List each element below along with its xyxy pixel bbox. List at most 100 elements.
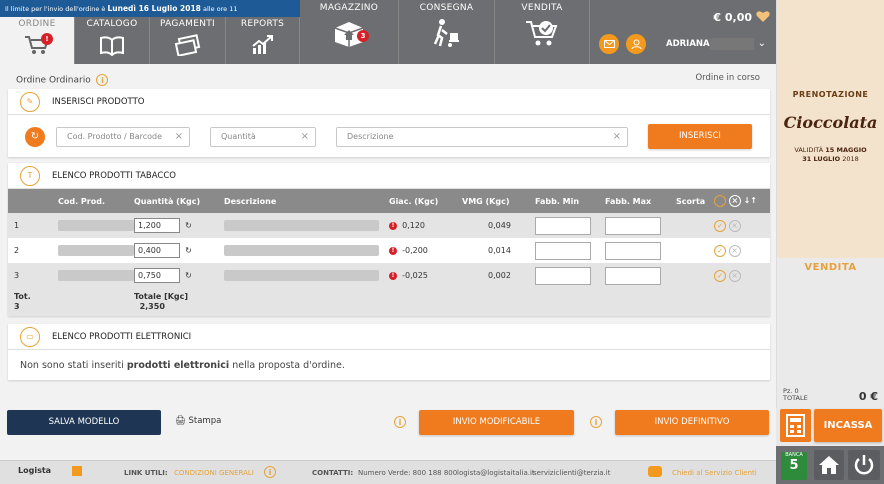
redacted-code xyxy=(58,245,134,256)
remove-all-icon[interactable]: × xyxy=(728,195,741,207)
promo-banner[interactable]: PRENOTAZIONE Cioccolata VALIDITÀ 15 MAGG… xyxy=(776,0,884,258)
page-title-row: Ordine Ordinario i xyxy=(16,74,109,86)
bank-button[interactable]: BANCA 5 xyxy=(781,452,807,480)
sales-sidebar: VENDITA Pz. 0 TOTALE 0 € xyxy=(776,258,884,408)
send-editable-button[interactable]: INVIO MODIFICABILE xyxy=(419,410,574,435)
mail-icon xyxy=(603,40,615,48)
tobacco-panel-header: T ELENCO PRODOTTI TABACCO xyxy=(8,163,770,189)
table-row: 2 0,400 ↻ ! -0,200 0,014 ✓ × xyxy=(8,238,770,263)
confirm-icon[interactable]: ✓ xyxy=(714,219,726,232)
col-actions: ✓ × ↓↑ xyxy=(714,189,770,213)
tab-label: VENDITA xyxy=(521,3,563,13)
panel-title: ELENCO PRODOTTI ELETTRONICI xyxy=(52,331,192,342)
user-area: € 0,00 ADRIANA ⌄ xyxy=(594,0,776,64)
tab-label: ORDINE xyxy=(18,19,56,29)
calculator-button[interactable] xyxy=(780,409,811,442)
chat-link[interactable]: Chiedi al Servizio Clienti xyxy=(672,469,757,477)
email-link[interactable]: serviziclienti@terzia.it xyxy=(533,469,610,477)
qty-input[interactable]: 0,400 xyxy=(134,243,180,258)
table-row: 1 1,200 ↻ ! 0,120 0,049 ✓ × xyxy=(8,213,770,238)
send-final-button[interactable]: INVIO DEFINITIVO xyxy=(615,410,769,435)
incassa-button[interactable]: INCASSA xyxy=(814,409,882,442)
message-text: nella proposta d'ordine. xyxy=(232,360,345,371)
logo-mark xyxy=(72,466,82,476)
info-icon[interactable]: i xyxy=(590,416,602,428)
chat-icon[interactable] xyxy=(648,466,662,477)
clear-icon[interactable]: × xyxy=(301,128,309,146)
contacts-label: CONTATTI: xyxy=(312,469,354,477)
clear-icon[interactable]: × xyxy=(175,128,183,146)
quantity-field[interactable]: Quantità × xyxy=(210,127,316,147)
sort-icon[interactable]: ↓↑ xyxy=(744,196,757,205)
warning-icon: ! xyxy=(389,246,397,255)
row-number: 3 xyxy=(8,263,58,288)
remove-icon[interactable]: × xyxy=(728,269,741,282)
total-row: Tot. 3 Totale [Kgc] 2,350 xyxy=(8,288,770,316)
col-desc: Descrizione xyxy=(224,189,389,213)
conditions-link[interactable]: CONDIZIONI GENERALI xyxy=(174,469,254,477)
print-label: Stampa xyxy=(188,416,222,426)
heart-icon[interactable] xyxy=(756,10,770,23)
promo-to: 31 LUGLIO xyxy=(802,155,841,163)
refresh-icon[interactable]: ↻ xyxy=(185,246,192,255)
credit-card-icon xyxy=(174,34,200,56)
tab-ordine[interactable]: ORDINE ! xyxy=(0,17,75,64)
cart-check-icon xyxy=(526,21,558,46)
home-button[interactable] xyxy=(814,450,844,480)
info-icon[interactable]: i xyxy=(394,416,406,428)
fabb-min-input[interactable] xyxy=(535,241,591,260)
tab-label: PAGAMENTI xyxy=(159,19,216,29)
info-icon[interactable]: i xyxy=(96,74,109,86)
tab-consegna[interactable]: CONSEGNA xyxy=(399,0,495,64)
col-giac: Giac. (Kgc) xyxy=(389,189,462,213)
message-bold: prodotti elettronici xyxy=(126,360,230,371)
col-qty: Quantità (Kgc) xyxy=(134,189,224,213)
col-vmg: VMG (Kgc) xyxy=(462,189,535,213)
fabb-max-input[interactable] xyxy=(605,266,661,285)
tobacco-table: Cod. Prod. Quantità (Kgc) Descrizione Gi… xyxy=(8,189,770,316)
power-button[interactable] xyxy=(848,450,880,480)
order-status: Ordine in corso xyxy=(695,73,760,83)
save-model-button[interactable]: SALVA MODELLO xyxy=(7,410,161,435)
bank-number: 5 xyxy=(789,458,799,473)
tab-catalogo[interactable]: CATALOGO xyxy=(75,17,150,64)
mail-button[interactable] xyxy=(599,34,619,54)
print-button[interactable]: 🖨 Stampa xyxy=(175,416,221,426)
reset-icon[interactable]: ↻ xyxy=(25,127,45,147)
username[interactable]: ADRIANA xyxy=(666,39,710,49)
confirm-icon[interactable]: ✓ xyxy=(714,244,726,257)
product-code-field[interactable]: Cod. Prodotto / Barcode × xyxy=(56,127,190,147)
select-all-icon[interactable]: ✓ xyxy=(714,195,726,207)
table-row: 3 0,750 ↻ ! -0,025 0,002 ✓ × xyxy=(8,263,770,288)
qty-input[interactable]: 1,200 xyxy=(134,218,180,233)
tab-reports[interactable]: REPORTS xyxy=(226,17,300,64)
redacted-code xyxy=(58,270,134,281)
insert-button[interactable]: INSERISCI xyxy=(648,124,752,149)
remove-icon[interactable]: × xyxy=(728,244,741,257)
fabb-min-input[interactable] xyxy=(535,216,591,235)
qty-input[interactable]: 0,750 xyxy=(134,268,180,283)
col-fmin: Fabb. Min xyxy=(535,189,605,213)
info-icon[interactable]: i xyxy=(264,466,276,478)
clear-icon[interactable]: × xyxy=(613,128,621,146)
chevron-down-icon[interactable]: ⌄ xyxy=(758,38,766,49)
row-number: 2 xyxy=(8,238,58,263)
confirm-icon[interactable]: ✓ xyxy=(714,269,726,282)
refresh-icon[interactable]: ↻ xyxy=(185,221,192,230)
panel-title: INSERISCI PRODOTTO xyxy=(52,96,145,107)
profile-button[interactable] xyxy=(626,34,646,54)
fabb-max-input[interactable] xyxy=(605,241,661,260)
tab-vendita[interactable]: VENDITA xyxy=(495,0,590,64)
email-link[interactable]: logista@logistaitalia.it xyxy=(457,469,535,477)
tab-magazzino[interactable]: MAGAZZINO 3 xyxy=(300,0,399,64)
remove-icon[interactable]: × xyxy=(728,219,741,232)
tab-pagamenti[interactable]: PAGAMENTI xyxy=(150,17,226,64)
fabb-max-input[interactable] xyxy=(605,216,661,235)
empty-message: Non sono stati inseriti prodotti elettro… xyxy=(20,360,345,371)
count-badge: 3 xyxy=(357,30,369,42)
description-field[interactable]: Descrizione × xyxy=(336,127,628,147)
col-fmax: Fabb. Max xyxy=(605,189,676,213)
refresh-icon[interactable]: ↻ xyxy=(185,271,192,280)
fabb-min-input[interactable] xyxy=(535,266,591,285)
redacted-desc xyxy=(224,245,379,256)
